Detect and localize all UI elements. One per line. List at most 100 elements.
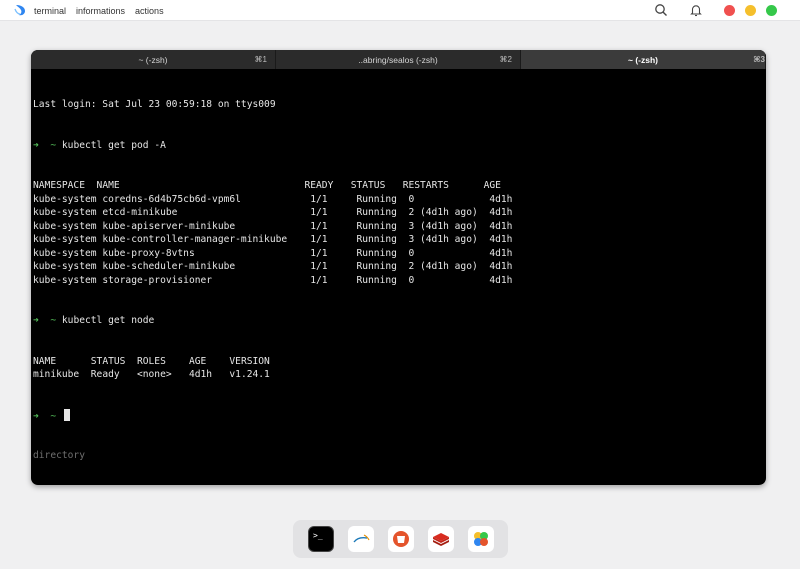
table-cell: 1/1 <box>310 261 357 272</box>
command-line: ➜ ~ kubectl get node <box>33 314 764 328</box>
table-cell: 2 (4d1h ago) <box>408 261 490 272</box>
table-cell: 1/1 <box>310 193 357 205</box>
table-cell: RESTARTS <box>402 180 484 191</box>
terminal-tab-3[interactable]: ~ (-zsh) ⌘3 <box>521 50 766 69</box>
top-menu: terminal informations actions <box>34 0 174 21</box>
table-cell: 0 <box>408 274 490 286</box>
table-row: kube-system storage-provisioner 1/1 Runn… <box>33 274 764 288</box>
tab-title: ~ (-zsh) <box>138 55 168 65</box>
table-cell: 1/1 <box>310 220 357 232</box>
table-cell: kube-system <box>33 261 103 272</box>
table-cell: kube-system <box>33 234 103 245</box>
table-cell: Running <box>356 234 409 245</box>
terminal-window[interactable]: ~ (-zsh) ⌘1 ..abring/sealos (-zsh) ⌘2 ~ … <box>31 50 766 485</box>
table-row: NAMESPACE NAME READY STATUS RESTARTS AGE <box>33 179 764 193</box>
terminal-output[interactable]: Last login: Sat Jul 23 00:59:18 on ttys0… <box>33 71 764 481</box>
menu-terminal[interactable]: terminal <box>34 6 66 16</box>
table-cell: 4d1h <box>489 207 524 218</box>
table-cell: 4d1h <box>489 274 524 286</box>
active-prompt-line[interactable]: ➜ ~ <box>33 408 764 423</box>
table-cell: 1/1 <box>310 247 357 259</box>
prompt-arrow: ➜ <box>33 315 39 326</box>
mysql-app-icon[interactable] <box>348 526 374 552</box>
table-cell: Running <box>356 261 409 272</box>
top-bar: terminal informations actions <box>0 0 800 21</box>
table-cell: Running <box>356 193 409 205</box>
menu-actions[interactable]: actions <box>135 6 164 16</box>
bell-icon[interactable] <box>689 3 703 17</box>
table-cell: 0 <box>408 247 490 259</box>
prompt-arrow: ➜ <box>33 410 39 422</box>
app-logo-icon[interactable] <box>13 3 27 17</box>
text-cursor <box>63 408 70 421</box>
last-login-line: Last login: Sat Jul 23 00:59:18 on ttys0… <box>33 99 276 110</box>
table-cell: storage-provisioner <box>102 274 311 286</box>
table-cell: VERSION <box>229 355 276 367</box>
pod-table: NAMESPACE NAME READY STATUS RESTARTS AGE… <box>33 179 764 287</box>
table-cell: v1.24.1 <box>229 369 276 380</box>
table-cell: 4d1h <box>489 193 524 205</box>
svg-text:>_: >_ <box>313 531 323 540</box>
table-cell: 4d1h <box>489 261 524 272</box>
table-cell: kube-proxy-8vtns <box>102 247 311 259</box>
prompt-dir: ~ <box>50 315 57 326</box>
table-row: kube-system kube-proxy-8vtns 1/1 Running… <box>33 247 764 261</box>
minimize-window-button[interactable] <box>745 5 756 16</box>
table-cell: NAME <box>96 180 305 191</box>
table-row: kube-system coredns-6d4b75cb6d-vpm6l 1/1… <box>33 193 764 207</box>
table-cell: READY <box>304 180 351 191</box>
photos-app-icon[interactable] <box>468 526 494 552</box>
table-cell: 1/1 <box>310 274 357 286</box>
terminal-tab-2[interactable]: ..abring/sealos (-zsh) ⌘2 <box>276 50 521 69</box>
table-cell: Running <box>356 207 409 218</box>
table-cell: kube-system <box>33 247 103 259</box>
redis-app-icon[interactable] <box>428 526 454 552</box>
redis-logo-icon <box>433 533 449 546</box>
table-cell: NAMESPACE <box>33 180 97 191</box>
command-text: kubectl get pod -A <box>61 139 166 151</box>
table-cell: 4d1h <box>489 220 524 232</box>
command-line: ➜ ~ kubectl get pod -A <box>33 139 764 153</box>
close-window-button[interactable] <box>724 5 735 16</box>
table-row: minikube Ready <none> 4d1h v1.24.1 <box>33 368 764 382</box>
colorful-flower-icon <box>474 532 488 546</box>
table-cell: NAME <box>33 355 91 367</box>
table-row: kube-system kube-apiserver-minikube 1/1 … <box>33 220 764 234</box>
table-cell: etcd-minikube <box>102 207 311 218</box>
table-cell: kube-apiserver-minikube <box>102 220 311 232</box>
table-cell: 1/1 <box>310 234 357 245</box>
node-table: NAME STATUS ROLES AGE VERSION minikube R… <box>33 355 764 382</box>
table-cell: STATUS <box>90 355 137 367</box>
tab-title: ..abring/sealos (-zsh) <box>358 55 438 65</box>
store-logo-icon <box>393 531 409 547</box>
table-cell: AGE <box>188 355 230 367</box>
terminal-tabs: ~ (-zsh) ⌘1 ..abring/sealos (-zsh) ⌘2 ~ … <box>31 50 766 69</box>
table-cell: 4d1h <box>188 369 230 380</box>
table-cell: 1/1 <box>310 207 357 218</box>
app-store-icon[interactable] <box>388 526 414 552</box>
table-cell: ROLES <box>136 355 189 367</box>
tab-shortcut: ⌘2 <box>499 55 512 64</box>
terminal-prompt-icon: >_ <box>313 531 323 540</box>
table-cell: minikube <box>33 369 91 380</box>
prompt-dir: ~ <box>50 139 57 151</box>
table-cell: kube-system <box>33 220 103 232</box>
table-cell: 4d1h <box>489 247 524 259</box>
terminal-app-icon[interactable]: >_ <box>308 526 334 552</box>
search-icon[interactable] <box>654 3 668 17</box>
table-cell: STATUS <box>350 180 403 191</box>
table-cell: 3 (4d1h ago) <box>408 220 490 232</box>
command-text: kubectl get node <box>61 315 155 326</box>
table-row: NAME STATUS ROLES AGE VERSION <box>33 355 764 369</box>
mysql-logo-icon <box>353 534 370 543</box>
table-cell: 0 <box>408 193 490 205</box>
terminal-tab-1[interactable]: ~ (-zsh) ⌘1 <box>31 50 276 69</box>
prompt-dir: ~ <box>50 410 57 422</box>
table-cell: <none> <box>136 369 189 380</box>
table-row: kube-system etcd-minikube 1/1 Running 2 … <box>33 206 764 220</box>
table-cell: kube-system <box>33 193 103 205</box>
table-cell: coredns-6d4b75cb6d-vpm6l <box>102 193 311 205</box>
maximize-window-button[interactable] <box>766 5 777 16</box>
menu-informations[interactable]: informations <box>76 6 125 16</box>
table-cell: 2 (4d1h ago) <box>408 207 490 218</box>
